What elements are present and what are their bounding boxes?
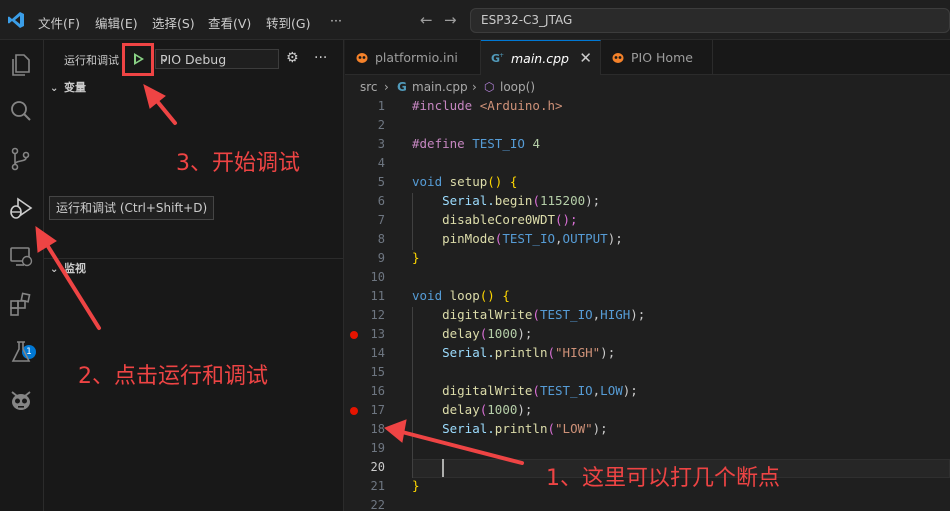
line-number[interactable]: 16 xyxy=(345,384,385,398)
line-number[interactable]: 14 xyxy=(345,346,385,360)
section-watch-label: 监视 xyxy=(64,262,86,275)
breadcrumb-folder[interactable]: src xyxy=(360,80,378,94)
code-line: pinMode(TEST_IO,OUTPUT); xyxy=(442,231,623,246)
title-bar: 文件(F) 编辑(E) 选择(S) 查看(V) 转到(G) ··· ← → ES… xyxy=(0,0,950,40)
tab-label: PIO Home xyxy=(631,50,693,65)
code-line: delay(1000); xyxy=(442,326,533,341)
line-number[interactable]: 10 xyxy=(345,270,385,284)
code-line: void setup() { xyxy=(412,174,518,189)
line-number[interactable]: 12 xyxy=(345,308,385,322)
cpp-icon: G xyxy=(397,80,407,94)
tab-pio-home[interactable]: PIO Home xyxy=(601,40,713,75)
tab-label: main.cpp xyxy=(511,51,569,66)
code-line: #include <Arduino.h> xyxy=(412,98,563,113)
testing-icon[interactable] xyxy=(8,339,34,365)
remote-explorer-icon[interactable] xyxy=(8,244,34,270)
editor-tab-bar: platformio.ini G + main.cpp ✕ PIO Home xyxy=(345,40,950,75)
code-editor[interactable]: 1 2 3 4 5 6 7 8 9 10 11 12 13 14 15 16 17 18 19 20 21 22 #inc… xyxy=(345,98,950,511)
line-number[interactable]: 18 xyxy=(345,422,385,436)
menu-edit[interactable]: 编辑(E) xyxy=(95,13,138,32)
debug-config-select[interactable]: PIO Debug ⌄ xyxy=(155,49,279,69)
source-control-icon[interactable] xyxy=(8,146,34,172)
extensions-icon[interactable] xyxy=(8,292,34,318)
line-number[interactable]: 3 xyxy=(345,137,385,151)
menu-file[interactable]: 文件(F) xyxy=(38,13,80,32)
breadcrumb: src › G main.cpp › ⬡ loop() xyxy=(345,76,950,98)
chevron-right-icon: › xyxy=(472,80,477,94)
line-number[interactable]: 4 xyxy=(345,156,385,170)
line-number[interactable]: 20 xyxy=(345,460,385,474)
start-debugging-button[interactable] xyxy=(122,43,154,76)
menu-selection[interactable]: 选择(S) xyxy=(152,13,195,32)
menu-go[interactable]: 转到(G) xyxy=(266,13,310,32)
close-icon[interactable]: ✕ xyxy=(579,49,592,67)
platformio-icon[interactable] xyxy=(8,387,34,413)
section-variables[interactable]: ⌄ 变量 xyxy=(50,79,86,95)
forward-arrow-icon[interactable]: → xyxy=(444,11,457,29)
menu-view[interactable]: 查看(V) xyxy=(208,13,251,32)
cpp-icon: G + xyxy=(491,52,504,65)
line-number[interactable]: 11 xyxy=(345,289,385,303)
line-number[interactable]: 15 xyxy=(345,365,385,379)
line-number[interactable]: 8 xyxy=(345,232,385,246)
search-icon[interactable] xyxy=(8,98,34,124)
line-number[interactable]: 9 xyxy=(345,251,385,265)
line-number[interactable]: 6 xyxy=(345,194,385,208)
text-caret xyxy=(442,459,444,477)
line-number[interactable]: 19 xyxy=(345,441,385,455)
line-number[interactable]: 7 xyxy=(345,213,385,227)
code-line: } xyxy=(412,478,420,493)
svg-text:+: + xyxy=(499,52,504,59)
code-line: digitalWrite(TEST_IO,HIGH); xyxy=(442,307,646,322)
menu-more[interactable]: ··· xyxy=(330,13,342,28)
more-actions-icon[interactable]: ··· xyxy=(314,50,327,66)
section-variables-label: 变量 xyxy=(64,81,86,94)
line-number[interactable]: 22 xyxy=(345,498,385,511)
line-number[interactable]: 5 xyxy=(345,175,385,189)
code-line: } xyxy=(412,250,420,265)
run-debug-tooltip: 运行和调试 (Ctrl+Shift+D) xyxy=(49,196,215,220)
tab-main-cpp[interactable]: G + main.cpp ✕ xyxy=(481,40,601,75)
chevron-down-icon: ⌄ xyxy=(50,83,59,94)
annotation-step1: 1、这里可以打几个断点 xyxy=(546,466,780,491)
function-symbol-icon: ⬡ xyxy=(484,80,495,94)
command-center-search[interactable]: ESP32-C3_JTAG xyxy=(470,8,950,33)
workspace-name: ESP32-C3_JTAG xyxy=(481,13,573,27)
breadcrumb-file[interactable]: main.cpp xyxy=(412,80,468,94)
back-arrow-icon[interactable]: ← xyxy=(420,11,433,29)
code-line: Serial.begin(115200); xyxy=(442,193,601,208)
run-debug-icon[interactable] xyxy=(8,196,34,222)
line-number[interactable]: 2 xyxy=(345,118,385,132)
sidebar-title: 运行和调试 xyxy=(64,54,119,67)
annotation-step2: 2、点击运行和调试 xyxy=(78,364,268,389)
annotation-step3: 3、开始调试 xyxy=(176,151,300,176)
platformio-icon xyxy=(612,53,624,63)
chevron-down-icon: ⌄ xyxy=(50,264,59,275)
code-line: digitalWrite(TEST_IO,LOW); xyxy=(442,383,638,398)
activity-bar: 1 xyxy=(0,40,44,511)
code-line: Serial.println("LOW"); xyxy=(442,421,608,436)
section-watch[interactable]: ⌄ 监视 xyxy=(50,260,86,276)
code-line: disableCore0WDT(); xyxy=(442,212,578,227)
line-number[interactable]: 21 xyxy=(345,479,385,493)
breadcrumb-symbol[interactable]: loop() xyxy=(500,80,535,94)
breakpoint-marker[interactable] xyxy=(350,331,358,339)
run-debug-sidebar: 运行和调试 PIO Debug ⌄ ⚙ ··· ⌄ 变量 ⌄ 监视 xyxy=(44,40,344,511)
platformio-icon xyxy=(356,53,368,63)
code-line: delay(1000); xyxy=(442,402,533,417)
breakpoint-marker[interactable] xyxy=(350,407,358,415)
line-number[interactable]: 1 xyxy=(345,99,385,113)
code-line: #define TEST_IO 4 xyxy=(412,136,540,151)
explorer-icon[interactable] xyxy=(8,52,34,78)
gear-icon[interactable]: ⚙ xyxy=(286,50,299,66)
chevron-down-icon: ⌄ xyxy=(160,52,170,65)
chevron-right-icon: › xyxy=(384,80,389,94)
tab-platformio-ini[interactable]: platformio.ini xyxy=(345,40,481,75)
tab-label: platformio.ini xyxy=(375,50,458,65)
vscode-logo-icon xyxy=(8,12,24,28)
code-line: Serial.println("HIGH"); xyxy=(442,345,616,360)
sidebar-section-divider xyxy=(44,258,344,259)
code-line: void loop() { xyxy=(412,288,510,303)
